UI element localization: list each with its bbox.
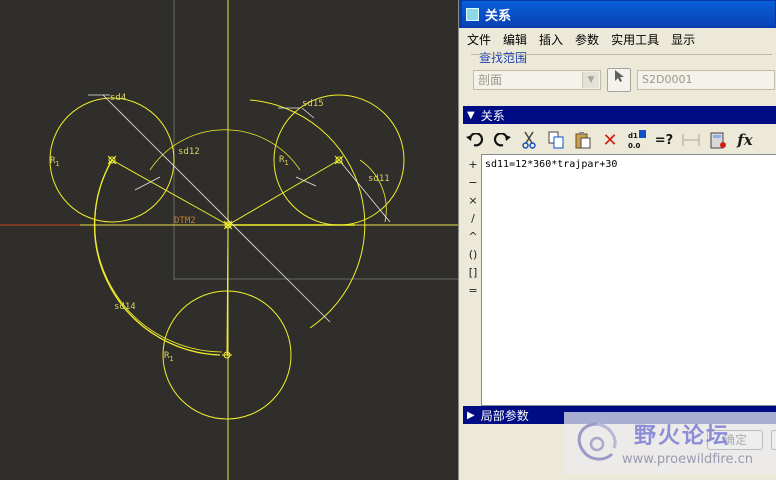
dialog-titlebar[interactable]: 关系	[459, 0, 776, 28]
scope-combobox[interactable]: 剖面 ▼	[473, 70, 601, 90]
operator-power[interactable]: ^	[465, 228, 481, 246]
search-scope-label: 查找范围	[479, 51, 528, 65]
scope-combobox-value: 剖面	[478, 73, 503, 87]
dim-label-sd15[interactable]: sd15	[302, 99, 324, 109]
dim-label-sd14[interactable]: sd14	[114, 302, 136, 312]
dim-label-sd12[interactable]: sd12	[178, 147, 200, 157]
sort-width-icon	[682, 134, 700, 146]
insert-function-button[interactable]: fx	[733, 128, 757, 152]
radius-label-right: R1	[279, 155, 289, 167]
radius-label-bottom: R1	[164, 351, 174, 363]
radial-line-left	[111, 159, 229, 226]
watermark-logo-icon	[577, 422, 617, 461]
dim-label-sd4[interactable]: sd4	[110, 93, 126, 103]
scissors-icon	[522, 131, 536, 149]
operator-brackets[interactable]: []	[465, 264, 481, 282]
svg-text:0.0: 0.0	[628, 142, 641, 150]
calculator-icon	[710, 132, 726, 149]
delete-button[interactable]: ✕	[598, 128, 622, 152]
copy-button[interactable]	[544, 128, 568, 152]
delete-x-icon: ✕	[602, 129, 618, 151]
menu-edit[interactable]: 编辑	[503, 31, 527, 48]
group-divider	[471, 54, 772, 55]
watermark-chinese-text: 野火论坛	[634, 424, 731, 449]
undo-button[interactable]	[463, 128, 487, 152]
operator-minus[interactable]: −	[465, 174, 481, 192]
sort-relations-button[interactable]	[679, 128, 703, 152]
scope-row: 剖面 ▼ S2D0001	[473, 66, 775, 94]
paste-icon	[575, 132, 591, 149]
watermark: 野火论坛 www.proewildfire.cn	[564, 412, 776, 474]
paste-button[interactable]	[571, 128, 595, 152]
menu-insert[interactable]: 插入	[539, 31, 563, 48]
object-field[interactable]: S2D0001	[637, 70, 775, 90]
watermark-url: www.proewildfire.cn	[622, 452, 753, 467]
select-cursor-button[interactable]	[607, 68, 631, 92]
equals-question-icon: =?	[654, 132, 674, 148]
dimension-values-icon: d10.0	[628, 130, 646, 150]
operator-divide[interactable]: /	[465, 210, 481, 228]
radius-label-left: R1	[50, 156, 60, 168]
dimension-arrow-left	[134, 176, 161, 191]
dim-label-sd11[interactable]: sd11	[368, 174, 390, 184]
redo-button[interactable]	[490, 128, 514, 152]
dimension-arrow-right	[295, 176, 317, 187]
relations-section-title: 关系	[480, 108, 505, 123]
menu-file[interactable]: 文件	[467, 31, 491, 48]
function-fx-icon: fx	[737, 131, 753, 149]
operator-equals[interactable]: =	[465, 282, 481, 300]
relations-editor[interactable]: sd11=12*360*trajpar+30	[481, 154, 776, 406]
copy-icon	[548, 131, 564, 149]
datum-label: DTM2	[174, 216, 196, 226]
relations-dialog: 关系 文件 编辑 插入 参数 实用工具 显示 查找范围 剖面 ▼ S2D0001…	[458, 0, 776, 480]
dimension-leader-sd15-arrow	[301, 107, 315, 119]
menu-display[interactable]: 显示	[671, 31, 695, 48]
operator-multiply[interactable]: ×	[465, 192, 481, 210]
dimension-toggle-button[interactable]: d1 0.0	[625, 128, 649, 152]
radial-line-right	[227, 159, 340, 226]
trajectory-arc-left-inner	[94, 159, 223, 353]
cut-button[interactable]	[517, 128, 541, 152]
operator-sidebar: + − × / ^ () [] =	[465, 156, 481, 300]
redo-icon	[493, 133, 511, 147]
local-params-title: 局部参数	[480, 408, 529, 423]
chevron-down-icon[interactable]: ▼	[582, 72, 599, 88]
cursor-arrow-icon	[615, 70, 624, 82]
operator-plus[interactable]: +	[465, 156, 481, 174]
operator-parentheses[interactable]: ()	[465, 246, 481, 264]
verify-relations-button[interactable]: =?	[652, 128, 676, 152]
undo-icon	[466, 133, 484, 147]
dialog-title: 关系	[485, 8, 512, 24]
center-marks	[107, 155, 344, 359]
collapse-triangle-icon: ▼	[467, 109, 475, 121]
expand-triangle-icon: ▶	[467, 409, 475, 421]
svg-text:d1: d1	[628, 132, 638, 140]
menu-parameters[interactable]: 参数	[575, 31, 599, 48]
trajectory-arc-left[interactable]	[93, 159, 221, 356]
dim-arc-right	[249, 99, 366, 329]
execute-button[interactable]	[706, 128, 730, 152]
relation-line-1: sd11=12*360*trajpar+30	[485, 159, 618, 170]
menu-bar: 文件 编辑 插入 参数 实用工具 显示	[459, 28, 776, 50]
relations-section-header[interactable]: ▼ 关系	[463, 106, 776, 124]
relations-toolbar: ✕ d1 0.0 =? fx	[463, 126, 776, 154]
menu-utilities[interactable]: 实用工具	[611, 31, 659, 48]
app-icon	[466, 7, 479, 21]
